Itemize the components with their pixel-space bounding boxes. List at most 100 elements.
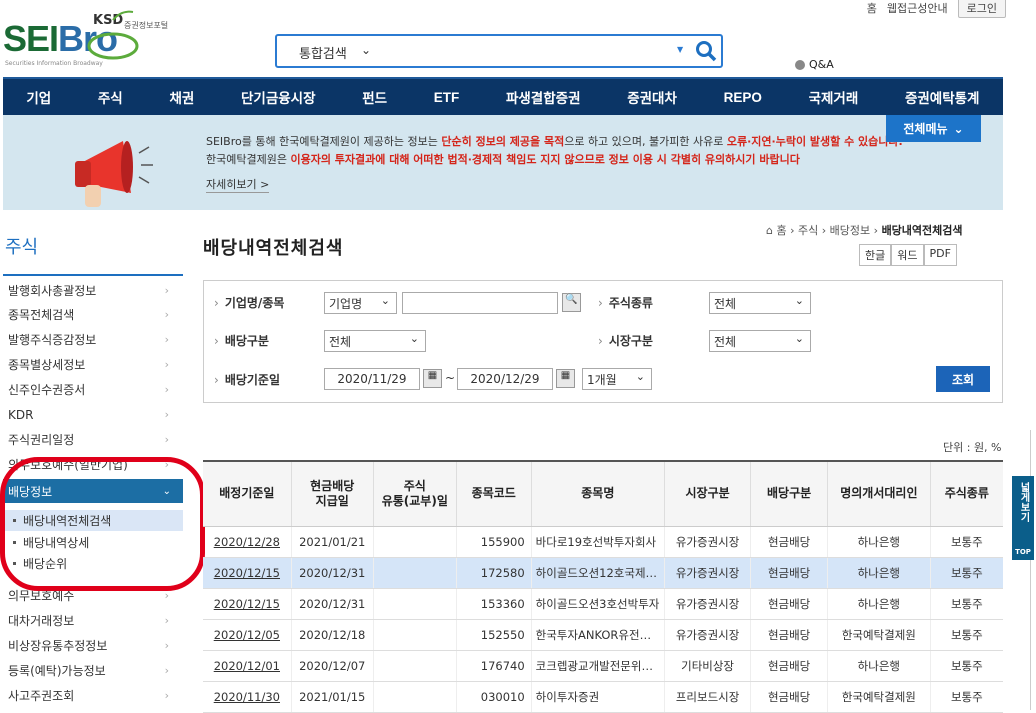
- right-divider: [1030, 430, 1031, 710]
- accessibility-link[interactable]: 웹접근성안내: [887, 0, 948, 16]
- table-cell: [372, 619, 457, 651]
- see-more-link[interactable]: 자세히보기 >: [206, 176, 270, 193]
- table-cell: 2020/12/18: [290, 619, 374, 651]
- chevron-down-icon: ⌄: [409, 332, 419, 345]
- date-from-input[interactable]: 2020/11/29: [324, 368, 420, 390]
- column-header: 종목명: [530, 460, 665, 527]
- sidebar-item[interactable]: 대차거래정보 ›: [3, 608, 183, 633]
- search-box[interactable]: 통합검색 ⌄ ▼: [275, 34, 723, 68]
- sidebar-item[interactable]: 발행회사총괄정보 ›: [3, 278, 183, 303]
- table-cell[interactable]: 한국투자ANKOR유전해외자원: [530, 619, 665, 651]
- nav-item[interactable]: 국제거래: [809, 87, 859, 107]
- nav-item[interactable]: 증권대차: [627, 87, 677, 107]
- stock-type-select[interactable]: 전체 ⌄: [709, 292, 811, 314]
- column-header: 종목코드: [455, 460, 532, 527]
- table-cell: 현금배당: [750, 619, 828, 651]
- query-button[interactable]: 조회: [936, 366, 990, 392]
- table-cell[interactable]: 2020/12/01: [203, 650, 292, 682]
- table-cell: 한국예탁결제원: [827, 619, 931, 651]
- main-nav: 기업 주식 채권 단기금융시장 펀드 ETF 파생결합증권 증권대차 REPO …: [3, 77, 1003, 115]
- sidebar-item[interactable]: 비상장유통추정정보 ›: [3, 633, 183, 658]
- table-row[interactable]: 2020/11/30 2021/01/15 030010 하이투자증권 프리보드시장 현금…: [203, 681, 1003, 713]
- top-button[interactable]: TOP: [1012, 546, 1034, 558]
- table-cell: 보통주: [929, 650, 1003, 682]
- nav-item[interactable]: 채권: [169, 87, 194, 107]
- table-cell: 153360: [455, 588, 532, 620]
- unit-label: 단위 : 원, %: [943, 441, 1002, 454]
- sidebar-item[interactable]: 사고주권조회 ›: [3, 683, 183, 708]
- dropdown-triangle-icon[interactable]: ▼: [677, 45, 683, 54]
- nav-item[interactable]: ETF: [434, 90, 460, 105]
- notice-banner: SEIBro를 통해 한국예탁결제원이 제공하는 정보는 단순히 정보의 제공을…: [3, 115, 1003, 210]
- pdf-download-button[interactable]: PDF: [923, 244, 957, 266]
- search-icon[interactable]: 🔍: [562, 293, 581, 312]
- column-header: 주식종류: [929, 460, 1003, 527]
- table-cell: 하나은행: [827, 557, 931, 589]
- company-type-select[interactable]: 기업명 ⌄: [324, 292, 397, 314]
- market-select[interactable]: 전체 ⌄: [709, 330, 811, 352]
- hwp-download-button[interactable]: 한글: [859, 244, 892, 266]
- nav-item[interactable]: 증권예탁통계: [905, 87, 980, 107]
- table-cell[interactable]: 2020/12/15: [203, 588, 292, 620]
- nav-item[interactable]: 주식: [98, 87, 123, 107]
- table-row[interactable]: 2020/12/15 2020/12/31 153360 하이골드오션3호선박투자 유가…: [203, 588, 1003, 620]
- table-cell: [372, 526, 457, 558]
- qa-icon: [795, 59, 805, 70]
- sidebar-item[interactable]: 종목전체검색 ›: [3, 302, 183, 327]
- table-cell: 2020/12/31: [290, 557, 374, 589]
- nav-item[interactable]: 펀드: [362, 87, 387, 107]
- wide-view-button[interactable]: 넓게보기 TOP: [1012, 476, 1034, 560]
- table-row[interactable]: 2020/12/15 2020/12/31 172580 하이골드오션12호국제선박 유…: [203, 557, 1003, 589]
- login-button[interactable]: 로그인: [957, 0, 1006, 18]
- chevron-down-icon[interactable]: ⌄: [361, 43, 371, 57]
- column-header: 시장구분: [663, 460, 751, 527]
- sidebar-item[interactable]: KDR ›: [3, 402, 183, 427]
- search-icon[interactable]: [695, 40, 717, 62]
- qa-link[interactable]: Q&A: [795, 58, 834, 71]
- top-utility-bar: 홈 웹접근성안내 로그인: [867, 0, 1006, 18]
- table-cell[interactable]: 2020/12/28: [203, 526, 292, 558]
- table-cell[interactable]: 바다로19호선박투자회사: [530, 526, 665, 558]
- page-title: 배당내역전체검색: [203, 238, 344, 259]
- table-row[interactable]: 2020/12/28 2021/01/21 155900 바다로19호선박투자회사 유가…: [203, 526, 1003, 558]
- sidebar-item[interactable]: 신주인수권증서 ›: [3, 377, 183, 402]
- sidebar-item[interactable]: 발행주식증감정보 ›: [3, 327, 183, 352]
- table-cell: 보통주: [929, 619, 1003, 651]
- sidebar-item[interactable]: 종목별상세정보 ›: [3, 352, 183, 377]
- date-to-input[interactable]: 2020/12/29: [457, 368, 553, 390]
- period-select[interactable]: 1개월 ⌄: [582, 368, 652, 390]
- chevron-down-icon: ⌄: [380, 294, 390, 307]
- table-row[interactable]: 2020/12/052020/12/18 152550한국투자ANKOR유전해외자…: [203, 619, 1003, 651]
- word-download-button[interactable]: 워드: [891, 244, 924, 266]
- table-cell[interactable]: 2020/12/05: [203, 619, 292, 651]
- sidebar-item[interactable]: 등록(예탁)가능정보 ›: [3, 658, 183, 683]
- calendar-icon[interactable]: ▦: [556, 369, 575, 388]
- full-menu-button[interactable]: 전체메뉴 ⌄: [886, 115, 981, 142]
- table-cell[interactable]: 코크렙광교개발전문위탁관리: [530, 650, 665, 682]
- table-cell[interactable]: 2020/11/30: [203, 681, 292, 713]
- nav-item[interactable]: 기업: [26, 87, 51, 107]
- company-input[interactable]: [402, 292, 558, 314]
- notice-line-1: SEIBro를 통해 한국예탁결제원이 제공하는 정보는 단순히 정보의 제공을…: [206, 135, 903, 148]
- table-cell: 유가증권시장: [663, 619, 751, 651]
- calendar-icon[interactable]: ▦: [423, 369, 442, 388]
- table-cell: 2020/12/31: [290, 588, 374, 620]
- table-cell: 2021/01/21: [290, 526, 374, 558]
- table-cell[interactable]: 2020/12/15: [203, 557, 292, 589]
- nav-item[interactable]: REPO: [724, 90, 762, 105]
- megaphone-icon: [75, 141, 153, 207]
- chevron-down-icon: ⌄: [953, 121, 964, 136]
- seibro-logo[interactable]: KSD 증권정보포털 SEIBro Securities Information…: [3, 8, 183, 67]
- table-cell[interactable]: 하이투자증권: [530, 681, 665, 713]
- table-cell[interactable]: 하이골드오션3호선박투자: [530, 588, 665, 620]
- table-cell: 유가증권시장: [663, 588, 751, 620]
- div-type-select[interactable]: 전체 ⌄: [324, 330, 426, 352]
- sidebar-item[interactable]: 주식권리일정 ›: [3, 427, 183, 452]
- nav-item[interactable]: 단기금융시장: [241, 87, 316, 107]
- table-row[interactable]: 2020/12/01 2020/12/07 176740 코크렙광교개발전문위탁관리 기…: [203, 650, 1003, 682]
- nav-item[interactable]: 파생결합증권: [506, 87, 581, 107]
- table-cell[interactable]: 하이골드오션12호국제선박: [530, 557, 665, 589]
- table-cell: 하나은행: [827, 526, 931, 558]
- search-category[interactable]: 통합검색: [299, 43, 347, 62]
- home-link[interactable]: 홈: [867, 0, 877, 16]
